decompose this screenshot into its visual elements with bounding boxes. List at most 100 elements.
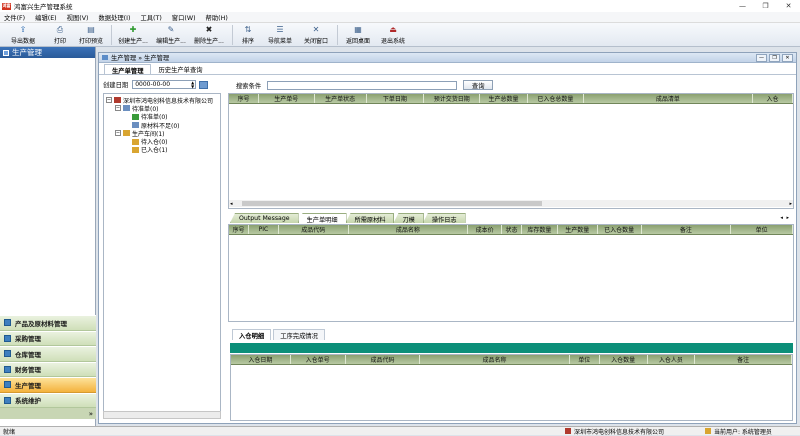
nav-item-2[interactable]: 仓库管理 xyxy=(0,346,96,362)
toolbar-label: 编辑生产... xyxy=(156,38,186,45)
toolbar-separator xyxy=(337,25,338,45)
column-header[interactable]: 生产总数量 xyxy=(480,94,528,103)
column-header[interactable]: 已入仓数量 xyxy=(598,225,642,234)
expand-icon[interactable]: − xyxy=(106,97,112,104)
stock-tab-1[interactable]: 工序完成情况 xyxy=(273,329,325,340)
scroll-right-icon[interactable]: ▸ xyxy=(789,201,792,207)
window-icon xyxy=(102,55,108,60)
menu-help[interactable]: 帮助(H) xyxy=(202,13,232,22)
module-nav-icon xyxy=(4,334,11,342)
calendar-icon[interactable] xyxy=(199,80,209,89)
column-header[interactable]: 成品代码 xyxy=(346,355,421,364)
mdi-title-bar: 生产管理 » 生产管理 — ❐ ✕ xyxy=(99,53,796,63)
menu-view[interactable]: 视图(V) xyxy=(63,13,93,22)
column-header[interactable]: 备注 xyxy=(642,225,732,234)
nav-item-1[interactable]: 采购管理 xyxy=(0,330,96,346)
column-header[interactable]: 备注 xyxy=(695,355,792,364)
nav-menu-icon: ☰ xyxy=(276,25,284,34)
toolbar-button-5[interactable]: ✖ 删除生产... xyxy=(191,23,227,47)
column-header[interactable]: 状态 xyxy=(502,225,522,234)
detail-tab-4[interactable]: 操作日志 xyxy=(422,213,466,223)
column-header[interactable]: 入仓数量 xyxy=(600,355,648,364)
more-icon[interactable]: » xyxy=(89,410,93,418)
menu-window[interactable]: 窗口(W) xyxy=(168,13,200,22)
scroll-thumb[interactable] xyxy=(241,201,542,206)
menu-file[interactable]: 文件(F) xyxy=(0,13,29,22)
column-header[interactable]: 预计交货日期 xyxy=(424,94,481,103)
column-header[interactable]: 单位 xyxy=(731,225,793,234)
nav-more[interactable]: » xyxy=(0,408,96,419)
maximize-button[interactable]: ❐ xyxy=(754,0,777,12)
column-header[interactable]: 生产单号 xyxy=(259,94,315,103)
nav-item-5[interactable]: 系统维护 xyxy=(0,392,96,408)
expand-icon[interactable]: − xyxy=(115,105,121,112)
toolbar-button-3[interactable]: ✚ 创建生产... xyxy=(115,23,151,47)
toolbar-button-6[interactable]: ⇅ 排序 xyxy=(236,23,260,47)
column-header[interactable]: 库存数量 xyxy=(522,225,558,234)
search-input[interactable] xyxy=(267,80,458,90)
column-header[interactable]: 入仓人员 xyxy=(648,355,696,364)
query-button[interactable]: 查询 xyxy=(463,80,494,90)
toolbar-button-9[interactable]: ▦ 返回桌面 xyxy=(341,23,375,47)
column-header[interactable]: 序号 xyxy=(229,94,259,103)
tree-node[interactable]: 已入仓(1) xyxy=(104,146,220,154)
menu-data[interactable]: 数据处理(I) xyxy=(94,13,134,22)
toolbar-label: 打印预览 xyxy=(78,38,103,45)
tab-scroll-icon[interactable]: ◂ ▸ xyxy=(780,215,790,221)
toolbar-button-1[interactable]: ⎙ 打印 xyxy=(46,23,74,47)
column-header[interactable]: 入仓单号 xyxy=(291,355,346,364)
detail-tab-3[interactable]: 刀模 xyxy=(393,213,424,223)
minimize-button[interactable]: — xyxy=(731,0,754,12)
module-nav: 产品及原材料管理 采购管理 仓库管理 财务管理 生产管理 系统维护 » xyxy=(0,315,96,419)
tree-node-label: 已入仓(1) xyxy=(141,147,168,155)
menu-tools[interactable]: 工具(T) xyxy=(136,13,165,22)
column-header[interactable]: 入仓 xyxy=(753,94,793,103)
detail-grid-header: 序号 PIC 成品代码 成品名称 成本价 状态 库存数量 生产数量 已入仓数量 备注 单位 xyxy=(229,225,793,235)
expand-icon[interactable]: − xyxy=(115,130,121,137)
module-nav-icon xyxy=(4,319,11,327)
toolbar-button-7[interactable]: ☰ 导航菜单 xyxy=(262,23,298,47)
column-header[interactable]: PIC xyxy=(249,225,279,234)
close-button[interactable]: ✕ xyxy=(777,0,800,12)
nav-item-0[interactable]: 产品及原材料管理 xyxy=(0,315,96,331)
column-header[interactable]: 单位 xyxy=(570,355,600,364)
detail-tab-0[interactable]: Output Message xyxy=(230,213,299,223)
status-text: 就绪 xyxy=(3,428,16,436)
column-header[interactable]: 成品清单 xyxy=(584,94,754,103)
stock-tab-0[interactable]: 入仓明细 xyxy=(232,329,272,340)
detail-tab-1[interactable]: 生产单明细 xyxy=(297,213,347,223)
toolbar-button-4[interactable]: ✎ 编辑生产... xyxy=(153,23,189,47)
toolbar-button-0[interactable]: ⇪ 导出数据 xyxy=(2,23,44,47)
menu-edit[interactable]: 编辑(E) xyxy=(31,13,61,22)
column-header[interactable]: 生产数量 xyxy=(558,225,598,234)
column-header[interactable]: 入仓日期 xyxy=(231,355,291,364)
column-header[interactable]: 成品代码 xyxy=(279,225,349,234)
column-header[interactable]: 成品名称 xyxy=(349,225,469,234)
mdi-minimize-button[interactable]: — xyxy=(756,54,767,62)
column-header[interactable]: 序号 xyxy=(229,225,249,234)
tree-node[interactable]: − 深圳市鸿电创科信息技术有限公司 xyxy=(104,96,220,105)
nav-item-3[interactable]: 财务管理 xyxy=(0,361,96,377)
column-header[interactable]: 已入仓总数量 xyxy=(528,94,584,103)
column-header[interactable]: 下单日期 xyxy=(367,94,425,103)
column-header[interactable]: 生产单状态 xyxy=(315,94,367,103)
nav-item-4[interactable]: 生产管理 xyxy=(0,377,96,393)
toolbar-button-10[interactable]: ⏏ 退出系统 xyxy=(377,23,409,47)
column-header[interactable]: 成本价 xyxy=(468,225,503,234)
mdi-close-button[interactable]: ✕ xyxy=(782,54,793,62)
box-icon xyxy=(132,138,139,145)
column-header[interactable]: 成品名称 xyxy=(420,355,570,364)
toolbar-button-2[interactable]: ▤ 打印预览 xyxy=(76,23,106,47)
date-input[interactable]: 0000-00-00 ▲ ▼ xyxy=(132,80,197,89)
tree-scrollbar[interactable] xyxy=(103,411,221,419)
mdi-restore-button[interactable]: ❐ xyxy=(769,54,780,62)
orders-grid-scrollbar[interactable]: ◂ ▸ xyxy=(229,200,793,207)
tab-history-orders[interactable]: 历史生产单查询 xyxy=(151,64,209,74)
detail-tab-2[interactable]: 所需原材料 xyxy=(345,213,395,223)
stock-grid: 入仓日期 入仓单号 成品代码 成品名称 单位 入仓数量 入仓人员 备注 xyxy=(230,354,793,421)
tab-production-orders[interactable]: 生产单管理 xyxy=(104,64,152,75)
section-bar xyxy=(230,343,793,353)
toolbar-button-8[interactable]: ✕ 关闭窗口 xyxy=(300,23,332,47)
scroll-left-icon[interactable]: ◂ xyxy=(230,201,233,207)
date-spinner-icon[interactable]: ▲ ▼ xyxy=(191,81,194,89)
